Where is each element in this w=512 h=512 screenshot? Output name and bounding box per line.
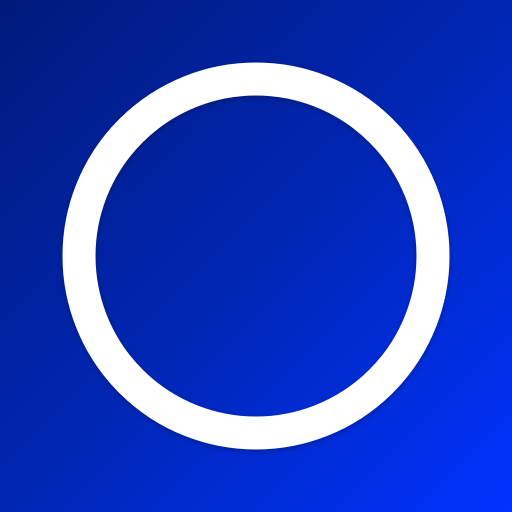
app-icon — [0, 0, 512, 512]
ring-icon — [62, 62, 450, 450]
white-ring — [62, 62, 450, 450]
